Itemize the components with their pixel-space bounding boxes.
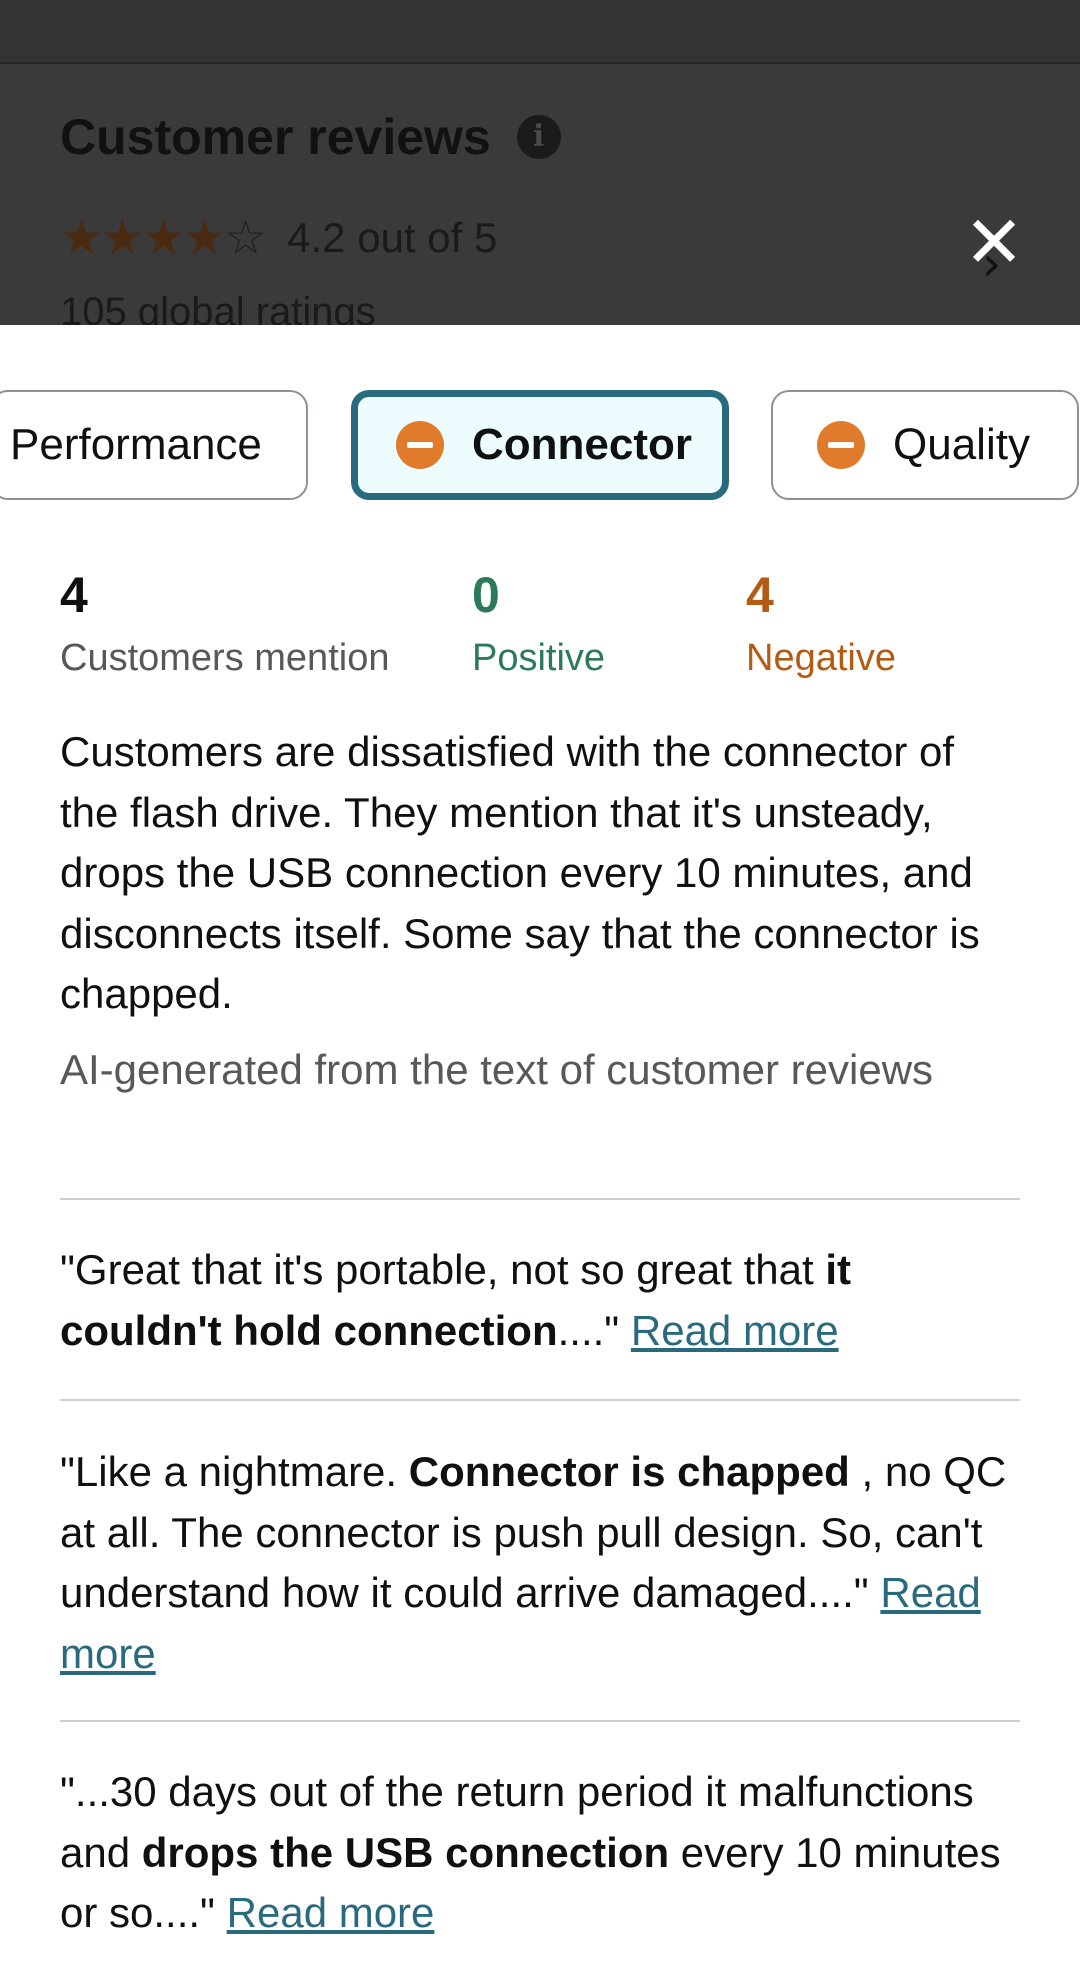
review-quote: "Like a nightmare. Connector is chapped …: [60, 1442, 1020, 1684]
star-rating-icon: ★★★★☆: [60, 210, 267, 266]
divider: [60, 1399, 1020, 1401]
quote-text: ....": [557, 1306, 631, 1354]
rating-text: 4.2 out of 5: [287, 214, 498, 261]
mention-count: 4: [60, 567, 88, 623]
customer-reviews-heading: Customer reviews: [60, 109, 491, 165]
aspect-chips-row[interactable]: Performance Connector Quality: [0, 390, 1080, 500]
minus-circle-icon: [817, 421, 865, 469]
read-more-link[interactable]: Read more: [631, 1307, 839, 1354]
background-topbar: [0, 0, 1080, 64]
review-quote: "Great that it's portable, not so great …: [60, 1240, 1020, 1361]
chip-label: Connector: [472, 420, 692, 469]
quote-highlight: Connector is chapped: [408, 1448, 850, 1495]
negative-count: 4: [746, 567, 774, 623]
stat-positive: 0 Positive: [472, 565, 605, 683]
divider: [60, 1720, 1020, 1722]
chip-label: Performance: [10, 420, 262, 469]
ai-generated-note: AI-generated from the text of customer r…: [60, 1046, 934, 1093]
stat-negative: 4 Negative: [746, 565, 896, 683]
positive-count: 0: [472, 567, 500, 623]
review-quote: "...30 days out of the return period it …: [60, 1762, 1020, 1944]
chip-connector[interactable]: Connector: [351, 390, 729, 500]
quote-highlight: drops the USB connection: [141, 1828, 670, 1876]
positive-label: Positive: [472, 637, 606, 679]
info-icon: i: [516, 115, 561, 159]
close-button[interactable]: ✕: [962, 206, 1026, 278]
read-more-link[interactable]: Read more: [227, 1889, 435, 1936]
chip-label: Quality: [893, 420, 1030, 469]
chip-performance[interactable]: Performance: [0, 390, 308, 500]
background-rating: ★★★★☆ 4.2 out of 5: [60, 210, 497, 266]
background-overlay: Customer reviews i ★★★★☆ 4.2 out of 5 10…: [0, 0, 1080, 325]
negative-label: Negative: [746, 637, 896, 679]
global-ratings-text: 105 global ratings: [60, 290, 376, 325]
chip-quality[interactable]: Quality: [771, 390, 1079, 500]
stat-mentions: 4 Customers mention: [60, 565, 389, 683]
background-title: Customer reviews i: [60, 108, 561, 166]
minus-circle-icon: [396, 421, 444, 469]
ai-summary-text: Customers are dissatisfied with the conn…: [60, 728, 980, 1017]
quote-text: "Like a nightmare.: [60, 1448, 409, 1495]
divider: [60, 1198, 1020, 1200]
quote-text: "Great that it's portable, not so great …: [60, 1246, 826, 1293]
mention-label: Customers mention: [60, 637, 390, 679]
